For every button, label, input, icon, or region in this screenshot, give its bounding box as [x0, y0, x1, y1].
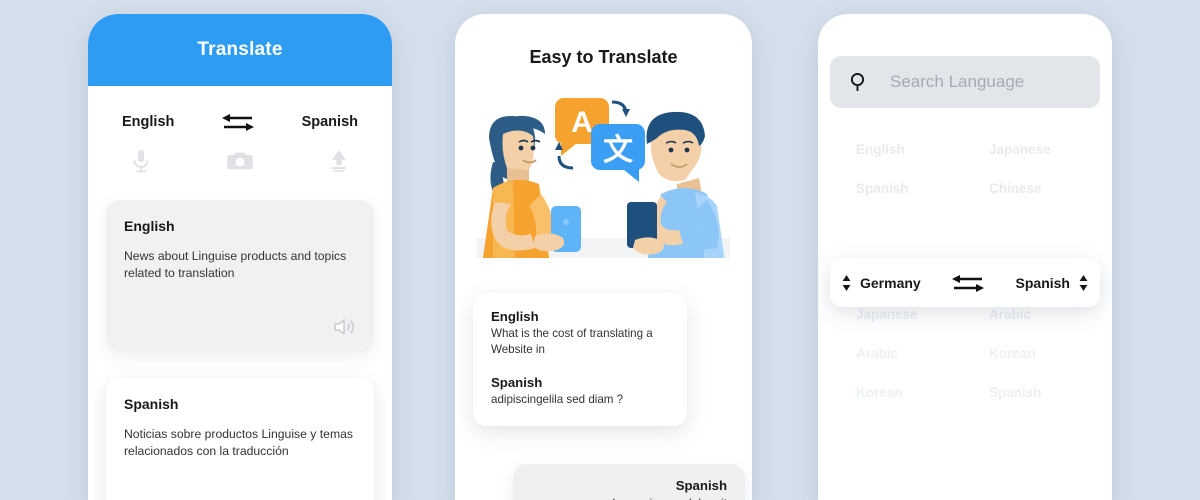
- language-pair-selector[interactable]: Germany Spanish: [830, 258, 1100, 307]
- phone-screen-translate: Translate English Spanish English News a…: [88, 14, 392, 500]
- phone-screen-easy-translate: Easy to Translate A 文 English What is th…: [455, 14, 752, 500]
- search-placeholder: Search Language: [890, 72, 1025, 91]
- upload-icon[interactable]: [326, 148, 352, 174]
- target-language-label[interactable]: Spanish: [302, 114, 358, 130]
- language-list-row[interactable]: English Japanese: [832, 142, 1098, 157]
- camera-icon[interactable]: [227, 148, 253, 174]
- card-body-text: News about Linguise products and topics …: [124, 249, 347, 280]
- language-option[interactable]: Korean: [832, 385, 965, 400]
- language-option[interactable]: Arabic: [832, 346, 965, 361]
- phone1-header: Translate: [88, 14, 392, 86]
- language-list-row[interactable]: Spanish Chinese: [832, 181, 1098, 196]
- svg-text:A: A: [571, 106, 593, 139]
- page-title: Easy to Translate: [529, 47, 678, 67]
- swap-arrows-icon[interactable]: [221, 112, 255, 132]
- translation-card-target[interactable]: Spanish Noticias sobre productos Linguis…: [106, 378, 374, 500]
- language-pair-row: English Spanish: [88, 86, 392, 132]
- speaker-icon[interactable]: [332, 316, 356, 338]
- page-title: Translate: [197, 39, 283, 60]
- translation-card-pair[interactable]: English What is the cost of translating …: [473, 293, 687, 426]
- svg-text:文: 文: [603, 133, 633, 168]
- language-list-row[interactable]: Arabic Korean: [832, 346, 1098, 361]
- selector-left-value[interactable]: Germany: [860, 275, 921, 291]
- card-language-title: English: [491, 309, 539, 324]
- language-option[interactable]: Chinese: [965, 181, 1098, 196]
- stepper-updown-icon[interactable]: [842, 273, 851, 293]
- language-option[interactable]: Arabic: [965, 307, 1098, 322]
- source-language-label[interactable]: English: [122, 114, 174, 130]
- selector-right-value[interactable]: Spanish: [1016, 275, 1070, 291]
- card-language-title: English: [124, 218, 175, 234]
- app-screenshot: Translate English Spanish English News a…: [0, 0, 1200, 500]
- swap-arrows-icon[interactable]: [951, 273, 985, 293]
- language-option[interactable]: English: [832, 142, 965, 157]
- phone-screen-language-picker: Search Language English Japanese Spanish…: [818, 14, 1112, 500]
- language-option[interactable]: Korean: [965, 346, 1098, 361]
- language-list-row[interactable]: Japanese Arabic: [832, 307, 1098, 322]
- search-icon: [848, 71, 870, 93]
- language-option[interactable]: Spanish: [832, 181, 965, 196]
- card-language-title: Spanish: [124, 396, 179, 412]
- card-language-title-2: Spanish: [491, 375, 543, 391]
- input-actions-row: [88, 132, 392, 174]
- card-body-text: What is the cost of translating a Websit…: [491, 327, 653, 356]
- translation-card-source[interactable]: English News about Linguise products and…: [106, 200, 374, 352]
- language-option[interactable]: Spanish: [965, 385, 1098, 400]
- card-body-text: Lorem ipsum dolor sit: [531, 496, 727, 500]
- two-people-translating-illustration: A 文: [455, 90, 752, 258]
- translation-card-reply[interactable]: Spanish Lorem ipsum dolor sit: [513, 464, 745, 500]
- search-input[interactable]: Search Language: [830, 56, 1100, 108]
- card-language-title: Spanish: [675, 478, 727, 493]
- card-body-text-2: adipiscingelila sed diam ?: [491, 393, 624, 407]
- language-list-row[interactable]: Korean Spanish: [832, 385, 1098, 400]
- language-option[interactable]: Japanese: [832, 307, 965, 322]
- card-body-text: Noticias sobre productos Linguise y tema…: [124, 427, 353, 458]
- stepper-updown-icon[interactable]: [1079, 273, 1088, 293]
- language-option[interactable]: Japanese: [965, 142, 1098, 157]
- microphone-icon[interactable]: [128, 148, 154, 174]
